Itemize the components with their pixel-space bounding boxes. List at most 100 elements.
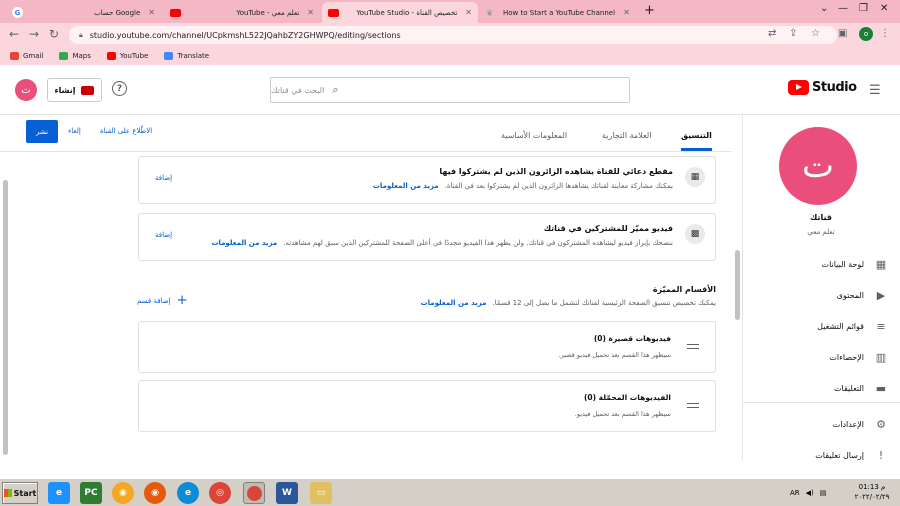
learn-more-link[interactable]: مزيد من المعلومات bbox=[211, 239, 277, 247]
bookmark-star-icon[interactable]: ☆ bbox=[811, 28, 820, 39]
browser-toolbar: ← → ↻ 🔒︎ studio.youtube.com/channel/UCpk… bbox=[0, 23, 900, 46]
channel-trailer-card: ▦ مقطع دعائي للقناة يشاهده الزائرون الذي… bbox=[138, 156, 716, 204]
card-title: مقطع دعائي للقناة يشاهده الزائرون الذين … bbox=[439, 167, 673, 176]
learn-more-link[interactable]: مزيد من المعلومات bbox=[421, 299, 487, 307]
tab-title: حساب Google bbox=[94, 8, 141, 17]
add-section-button[interactable]: إضافة قسم + bbox=[137, 293, 188, 308]
word-icon[interactable]: W bbox=[276, 482, 298, 504]
youtube-icon bbox=[170, 8, 181, 17]
folder-icon[interactable]: ▭ bbox=[310, 482, 332, 504]
sidebar-item-settings[interactable]: ⚙ الإعدادات bbox=[758, 415, 888, 433]
sidebar-item-content[interactable]: ▶ المحتوى bbox=[758, 286, 888, 304]
help-icon[interactable]: ? bbox=[112, 81, 127, 96]
close-icon[interactable]: ✕ bbox=[148, 8, 155, 17]
wikihow-icon: ❦ bbox=[486, 8, 494, 19]
add-featured-video-button[interactable]: إضافة bbox=[155, 231, 172, 239]
language-indicator[interactable]: AR bbox=[790, 489, 800, 497]
start-button[interactable]: Start bbox=[2, 482, 38, 504]
sidebar-item-playlists[interactable]: ≡ قوائم التشغيل bbox=[758, 317, 888, 335]
pycharm-icon[interactable]: PC bbox=[80, 482, 102, 504]
browser-app-icon[interactable]: ◉ bbox=[112, 482, 134, 504]
forward-icon[interactable]: → bbox=[29, 27, 39, 41]
bookmark-gmail[interactable]: Gmail bbox=[10, 51, 43, 60]
hamburger-menu-icon[interactable]: ☰ bbox=[869, 83, 881, 98]
sidebar-item-label: الإعدادات bbox=[832, 419, 864, 429]
chevron-down-icon[interactable]: ⌄ bbox=[820, 3, 828, 14]
close-icon[interactable]: ✕ bbox=[465, 8, 472, 17]
feedback-icon: ! bbox=[878, 448, 884, 462]
dashboard-icon: ▦ bbox=[875, 257, 887, 271]
profile-avatar[interactable]: o bbox=[859, 27, 873, 41]
browser-tab-youtube[interactable]: YouTube - تعلم معي ✕ bbox=[164, 2, 320, 23]
drag-handle-icon[interactable] bbox=[687, 344, 699, 349]
content-scrollbar[interactable] bbox=[735, 250, 740, 320]
studio-sidebar: ت قناتك تعلم معي ▦ لوحة البيانات ▶ المحت… bbox=[742, 115, 900, 462]
browser-tab-google-account[interactable]: G حساب Google ✕ bbox=[6, 2, 161, 23]
edge-icon[interactable]: e bbox=[177, 482, 199, 504]
learn-more-link[interactable]: مزيد من المعلومات bbox=[373, 182, 439, 190]
network-icon[interactable]: ▤ bbox=[820, 489, 827, 497]
cancel-button[interactable]: إلغاء bbox=[68, 127, 81, 135]
new-tab-button[interactable]: + bbox=[644, 3, 655, 18]
channel-avatar[interactable]: ت bbox=[779, 127, 857, 205]
add-trailer-button[interactable]: إضافة bbox=[155, 174, 172, 182]
back-icon[interactable]: ← bbox=[9, 27, 19, 41]
tab-title: YouTube Studio - تخصيص القناة bbox=[356, 8, 458, 17]
lock-icon: 🔒︎ bbox=[79, 30, 83, 39]
address-bar[interactable]: 🔒︎ studio.youtube.com/channel/UCpkmshL52… bbox=[69, 26, 837, 44]
channel-subtitle: تعلم معي bbox=[807, 228, 835, 236]
card-title: فيديو مميّز للمشتركين في قناتك bbox=[543, 224, 673, 233]
translate-page-icon[interactable]: ⇄ bbox=[768, 28, 776, 39]
chrome-active-icon[interactable] bbox=[243, 482, 265, 504]
sidebar-item-dashboard[interactable]: ▦ لوحة البيانات bbox=[758, 255, 888, 273]
featured-sections-header: الأقسام المميّزة يمكنك تخصيص تنسيق الصفح… bbox=[421, 285, 716, 307]
restore-icon[interactable]: ❐ bbox=[859, 3, 868, 14]
account-avatar[interactable]: ت bbox=[15, 79, 37, 101]
featured-sections-title: الأقسام المميّزة bbox=[652, 285, 716, 294]
channel-search-input[interactable]: ⌕ البحث في قناتك bbox=[270, 77, 630, 103]
close-icon[interactable]: ✕ bbox=[307, 8, 314, 17]
sidebar-divider bbox=[743, 402, 900, 403]
publish-button[interactable]: نشر bbox=[26, 120, 58, 143]
section-card-shorts[interactable]: فيديوهات قصيرة (0) سيظهر هذا القسم بعد ت… bbox=[138, 321, 716, 373]
system-clock[interactable]: 01:13 م ٢٠٢٢/٠٢/٢٩ bbox=[848, 482, 896, 502]
close-window-icon[interactable]: ✕ bbox=[880, 3, 888, 14]
sidebar-item-feedback[interactable]: ! إرسال تعليقات bbox=[758, 446, 888, 464]
create-button[interactable]: إنشاء bbox=[47, 78, 102, 102]
view-channel-link[interactable]: الاطّلاع على القناة bbox=[100, 127, 152, 135]
sidebar-item-analytics[interactable]: ▥ الإحصاءات bbox=[758, 348, 888, 366]
page-scrollbar[interactable] bbox=[3, 180, 8, 455]
section-title: الفيديوهات المحمّلة (0) bbox=[583, 393, 671, 402]
minimize-icon[interactable]: — bbox=[838, 3, 848, 14]
sidebar-item-comments[interactable]: ▬ التعليقات bbox=[758, 379, 888, 397]
bookmark-translate[interactable]: Translate bbox=[164, 51, 209, 60]
tab-branding[interactable]: العلامة التجارية bbox=[602, 131, 651, 140]
clock-date: ٢٠٢٢/٠٢/٢٩ bbox=[854, 493, 890, 501]
tab-layout[interactable]: التنسيق bbox=[681, 131, 712, 151]
windows-taskbar: Start e PC ◉ ◉ e ◎ W ▭ AR ◀) ▤ 01:13 م ٢… bbox=[0, 478, 900, 506]
section-card-uploads[interactable]: الفيديوهات المحمّلة (0) سيظهر هذا القسم … bbox=[138, 380, 716, 432]
clapper-icon: ▩ bbox=[685, 224, 705, 244]
video-camera-icon bbox=[81, 85, 95, 95]
ie-icon[interactable]: e bbox=[48, 482, 70, 504]
side-panel-icon[interactable]: ▣ bbox=[838, 28, 847, 39]
firefox-icon[interactable]: ◉ bbox=[144, 482, 166, 504]
chrome-icon[interactable]: ◎ bbox=[209, 482, 231, 504]
drag-handle-icon[interactable] bbox=[687, 403, 699, 408]
menu-dots-icon[interactable]: ⋮ bbox=[880, 28, 890, 39]
film-icon: ▦ bbox=[685, 167, 705, 187]
volume-icon[interactable]: ◀) bbox=[806, 489, 814, 497]
close-icon[interactable]: ✕ bbox=[623, 8, 630, 17]
featured-video-card: ▩ فيديو مميّز للمشتركين في قناتك ننصحك ب… bbox=[138, 213, 716, 261]
browser-tab-youtube-studio[interactable]: YouTube Studio - تخصيص القناة ✕ bbox=[322, 2, 478, 23]
bookmark-maps[interactable]: Maps bbox=[59, 51, 91, 60]
playlist-icon: ≡ bbox=[876, 319, 886, 333]
search-placeholder: البحث في قناتك bbox=[271, 85, 325, 95]
browser-tab-wikihow[interactable]: ❦ How to Start a YouTube Channel in 2...… bbox=[480, 2, 636, 23]
youtube-studio-logo[interactable]: Studio bbox=[788, 80, 857, 95]
reload-icon[interactable]: ↻ bbox=[49, 27, 59, 41]
tab-basic-info[interactable]: المعلومات الأساسية bbox=[501, 131, 567, 140]
bookmark-youtube[interactable]: YouTube bbox=[106, 51, 148, 60]
share-icon[interactable]: ⇪ bbox=[789, 28, 797, 39]
sidebar-item-label: التعليقات bbox=[833, 383, 864, 393]
